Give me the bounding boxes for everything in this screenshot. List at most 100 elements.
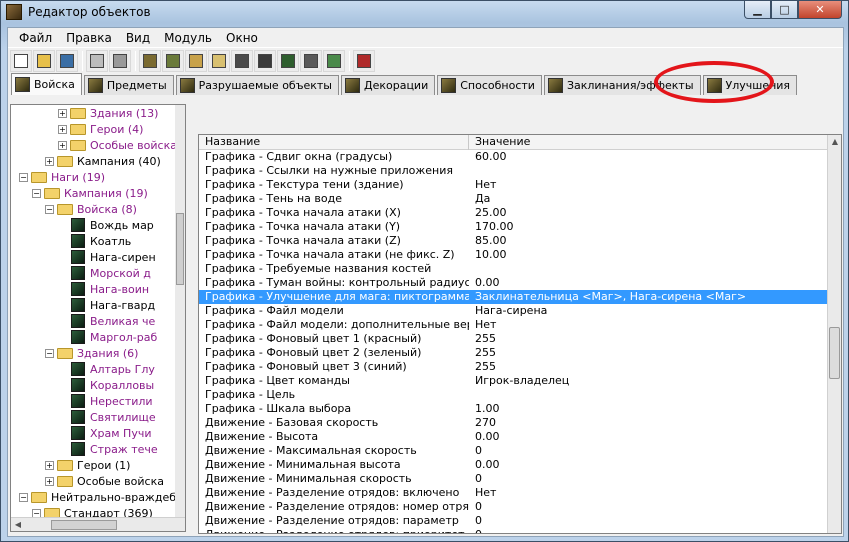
property-row[interactable]: Графика - Цель <box>199 388 841 402</box>
property-row[interactable]: Графика - Тень на воде Да <box>199 192 841 206</box>
property-row[interactable]: Графика - Файл модели: дополнительные ве… <box>199 318 841 332</box>
paste-button[interactable] <box>109 49 131 72</box>
property-row[interactable]: Графика - Требуемые названия костей <box>199 262 841 276</box>
tab-1[interactable]: Войска <box>11 73 82 95</box>
property-value[interactable]: 255 <box>469 332 825 346</box>
tree-folder[interactable]: + Здания (13) <box>11 105 185 121</box>
object-editor-button[interactable] <box>231 49 253 72</box>
expand-icon[interactable]: + <box>45 476 54 486</box>
property-value[interactable]: 0 <box>469 500 825 514</box>
tree-unit[interactable]: Нага-воин <box>11 281 185 297</box>
tree-folder[interactable]: + Кампания (40) <box>11 153 185 169</box>
property-row[interactable]: Графика - Точка начала атаки (не фикс. Z… <box>199 248 841 262</box>
trigger-button[interactable] <box>323 49 345 72</box>
unit-button[interactable] <box>139 49 161 72</box>
tree-folder[interactable]: − Кампания (19) <box>11 185 185 201</box>
property-value[interactable]: 0.00 <box>469 458 825 472</box>
tab-6[interactable]: Заклинания/эффекты <box>543 75 701 95</box>
property-row[interactable]: Графика - Цвет команды Игрок-владелец <box>199 374 841 388</box>
terrain-button[interactable] <box>162 49 184 72</box>
property-row[interactable]: Графика - Фоновый цвет 3 (синий) 255 <box>199 360 841 374</box>
property-value[interactable] <box>469 164 825 178</box>
property-row[interactable]: Графика - Фоновый цвет 1 (красный) 255 <box>199 332 841 346</box>
maximize-button[interactable]: □ <box>771 1 798 19</box>
tree-folder[interactable]: + Особые войска <box>11 473 185 489</box>
property-value[interactable]: 270 <box>469 416 825 430</box>
close-button[interactable]: ✕ <box>798 1 842 19</box>
script-button[interactable] <box>300 49 322 72</box>
menu-item[interactable]: Окно <box>219 31 265 45</box>
property-value[interactable] <box>469 388 825 402</box>
tree-scroll-thumb[interactable] <box>176 213 184 285</box>
tab-3[interactable]: Разрушаемые объекты <box>175 75 339 95</box>
import-button[interactable] <box>277 49 299 72</box>
property-value[interactable]: 255 <box>469 360 825 374</box>
tree-unit[interactable]: Святилище <box>11 409 185 425</box>
property-row[interactable]: Графика - Фоновый цвет 2 (зеленый) 255 <box>199 346 841 360</box>
tab-5[interactable]: Способности <box>437 75 542 95</box>
grid-vertical-scrollbar[interactable]: ▲ <box>827 135 841 533</box>
camera-button[interactable] <box>254 49 276 72</box>
tree-unit[interactable]: Морской д <box>11 265 185 281</box>
save-button[interactable] <box>56 49 78 72</box>
expand-icon[interactable]: + <box>45 156 54 166</box>
property-value[interactable]: 0 <box>469 444 825 458</box>
scroll-left-icon[interactable]: ◀ <box>11 518 25 532</box>
expand-icon[interactable]: + <box>58 124 67 134</box>
expand-icon[interactable]: + <box>45 460 54 470</box>
property-value[interactable]: 170.00 <box>469 220 825 234</box>
tree-unit[interactable]: Нага-сирен <box>11 249 185 265</box>
tab-2[interactable]: Предметы <box>83 75 174 95</box>
tree-unit[interactable]: Коатль <box>11 233 185 249</box>
tree-vertical-scrollbar[interactable] <box>175 105 185 517</box>
property-value[interactable]: Нет <box>469 318 825 332</box>
property-row[interactable]: Графика - Туман войны: контрольный радиу… <box>199 276 841 290</box>
copy-button[interactable] <box>86 49 108 72</box>
ai-button[interactable] <box>353 49 375 72</box>
tree-horizontal-scrollbar[interactable]: ◀ <box>11 517 185 532</box>
property-value[interactable]: 85.00 <box>469 234 825 248</box>
object-tree[interactable]: + Здания (13) + Герои (4) + Особые войска + Кам… <box>10 104 186 532</box>
tab-7[interactable]: Улучшения <box>702 75 798 95</box>
tree-unit[interactable]: Коралловы <box>11 377 185 393</box>
property-value[interactable]: Нага-сирена <box>469 304 825 318</box>
properties-grid[interactable]: Название Значение Графика - Сдвиг окна (… <box>198 134 842 534</box>
property-row[interactable]: Движение - Разделение отрядов: номер отр… <box>199 500 841 514</box>
tree-folder[interactable]: + Герои (1) <box>11 457 185 473</box>
column-header-name[interactable]: Название <box>199 135 469 150</box>
tree-unit[interactable]: Великая че <box>11 313 185 329</box>
property-value[interactable]: 60.00 <box>469 150 825 164</box>
property-row[interactable]: Графика - Сдвиг окна (градусы) 60.00 <box>199 150 841 164</box>
property-value[interactable]: 1.00 <box>469 402 825 416</box>
grid-scroll-thumb[interactable] <box>829 327 840 379</box>
property-row[interactable]: Движение - Минимальная скорость 0 <box>199 472 841 486</box>
property-value[interactable]: 0 <box>469 514 825 528</box>
tree-unit[interactable]: Маргол-раб <box>11 329 185 345</box>
property-value[interactable]: Игрок-владелец <box>469 374 825 388</box>
collapse-icon[interactable]: − <box>19 492 28 502</box>
property-value[interactable]: 0 <box>469 528 825 533</box>
open-folder-button[interactable] <box>33 49 55 72</box>
expand-icon[interactable]: + <box>58 108 67 118</box>
tree-unit[interactable]: Нерестили <box>11 393 185 409</box>
menu-item[interactable]: Файл <box>12 31 59 45</box>
menu-item[interactable]: Модуль <box>157 31 219 45</box>
tree-unit[interactable]: Храм Пучи <box>11 425 185 441</box>
sound-button[interactable] <box>208 49 230 72</box>
tree-folder[interactable]: − Нейтрально-враждебн <box>11 489 185 505</box>
property-value[interactable]: Нет <box>469 486 825 500</box>
property-value[interactable]: Заклинательница <Маг>, Нага-сирена <Маг> <box>469 290 825 304</box>
tree-folder[interactable]: − Войска (8) <box>11 201 185 217</box>
collapse-icon[interactable]: − <box>32 188 41 198</box>
property-row[interactable]: Графика - Файл модели Нага-сирена <box>199 304 841 318</box>
property-row[interactable]: Движение - Минимальная высота 0.00 <box>199 458 841 472</box>
collapse-icon[interactable]: − <box>45 204 54 214</box>
menu-item[interactable]: Вид <box>119 31 157 45</box>
property-value[interactable]: Нет <box>469 178 825 192</box>
property-row[interactable]: Графика - Улучшение для мага: пиктограмм… <box>199 290 841 304</box>
minimize-button[interactable]: ▁ <box>744 1 771 19</box>
property-row[interactable]: Графика - Точка начала атаки (Z) 85.00 <box>199 234 841 248</box>
tree-unit[interactable]: Страж тече <box>11 441 185 457</box>
property-value[interactable] <box>469 262 825 276</box>
property-row[interactable]: Графика - Точка начала атаки (Y) 170.00 <box>199 220 841 234</box>
